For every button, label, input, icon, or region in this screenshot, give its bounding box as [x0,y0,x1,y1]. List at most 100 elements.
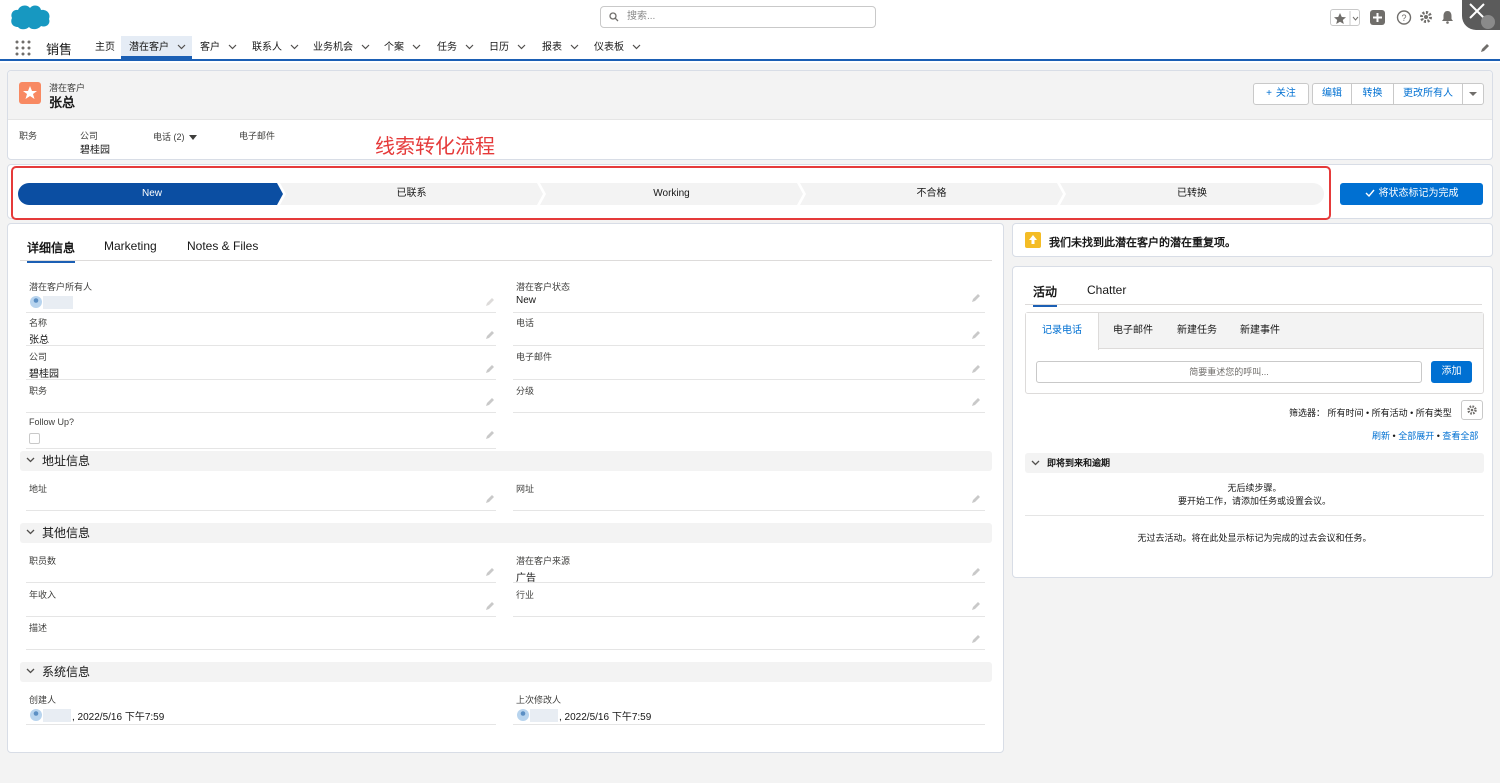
pencil-icon[interactable] [971,364,981,374]
path-stage-contacted[interactable]: 已联系 [280,183,543,205]
pencil-icon[interactable] [971,601,981,611]
highlight-title-label: 职务 [19,131,38,141]
creator-avatar[interactable] [29,707,73,723]
pencil-icon[interactable] [971,634,981,644]
no-past-activity: 无过去活动。将在此处显示标记为完成的过去会议和任务。 [1137,533,1372,543]
highlight-company-value: 碧桂园 [80,145,110,156]
follow-button[interactable]: + 关注 [1253,83,1309,105]
more-actions-button[interactable] [1462,83,1484,105]
pencil-icon[interactable] [485,297,495,307]
path-stage-converted[interactable]: 已转换 [1060,183,1324,205]
checkmark-icon [1365,189,1375,198]
pencil-icon[interactable] [485,567,495,577]
nav-item-home[interactable]: 主页 [95,36,115,59]
pencil-icon[interactable] [971,397,981,407]
chevron-down-icon[interactable] [1031,460,1040,466]
chevron-down-icon[interactable] [26,668,35,674]
nav-item-contacts[interactable]: 联系人 [252,36,299,59]
pencil-icon[interactable] [971,330,981,340]
pencil-icon[interactable] [485,330,495,340]
activity-card: 活动 Chatter 记录电话 电子邮件 新建任务 新建事件 简要重述您的呼叫.… [1012,266,1493,578]
field-phone-label: 电话 [516,318,535,328]
nav-item-tasks[interactable]: 任务 [437,36,474,59]
subtab-email[interactable]: 电子邮件 [1113,313,1153,349]
duplicates-message: 我们未找到此潜在客户的潜在重复项。 [1049,237,1236,249]
nav-item-leads[interactable]: 潜在客户 [121,36,192,59]
section-other-header[interactable]: 其他信息 [20,523,992,543]
nav-item-opportunities[interactable]: 业务机会 [313,36,370,59]
path-stage-working[interactable]: Working [540,183,803,205]
expand-all-link[interactable]: 全部展开 [1398,431,1434,441]
chevron-down-icon[interactable] [361,44,370,50]
filter-settings-button[interactable] [1461,400,1483,420]
change-owner-button[interactable]: 更改所有人 [1393,83,1463,105]
field-modified-value: , 2022/5/16 下午7:59 [559,712,652,723]
subtab-new-task[interactable]: 新建任务 [1177,313,1217,349]
chevron-down-icon[interactable] [228,44,237,50]
app-launcher-icon[interactable] [15,40,31,56]
mark-status-complete-button[interactable]: 将状态标记为完成 [1340,183,1483,205]
add-button[interactable]: 添加 [1431,361,1472,383]
chevron-down-icon[interactable] [26,529,35,535]
log-call-input[interactable]: 简要重述您的呼叫... [1036,361,1422,383]
chevron-down-icon[interactable] [26,457,35,463]
caret-down-icon[interactable] [189,134,198,141]
chevron-down-icon[interactable] [412,44,421,50]
nav-item-calendar[interactable]: 日历 [489,36,526,59]
pencil-icon[interactable] [971,293,981,303]
pencil-icon[interactable] [485,494,495,504]
pencil-icon[interactable] [971,494,981,504]
field-revenue-label: 年收入 [29,590,57,600]
nav-item-accounts[interactable]: 客户 [200,36,237,59]
section-address-header[interactable]: 地址信息 [20,451,992,471]
chevron-down-icon[interactable] [517,44,526,50]
section-system-header[interactable]: 系统信息 [20,662,992,682]
pencil-icon[interactable] [485,364,495,374]
pencil-icon[interactable] [485,397,495,407]
duplicate-rule-icon [1025,232,1041,248]
convert-button[interactable]: 转换 [1351,83,1394,105]
upcoming-overdue-header[interactable]: 即将到来和逾期 [1025,453,1484,473]
chevron-down-icon[interactable] [290,44,299,50]
edit-button[interactable]: 编辑 [1312,83,1352,105]
edit-nav-pencil-icon[interactable] [1480,43,1490,53]
tab-chatter[interactable]: Chatter [1087,283,1126,297]
help-icon[interactable]: ? [1395,10,1413,25]
pencil-icon[interactable] [971,567,981,577]
chevron-down-icon[interactable] [465,44,474,50]
pencil-icon[interactable] [485,430,495,440]
path-stage-unqualified[interactable]: 不合格 [800,183,1063,205]
pencil-icon[interactable] [485,601,495,611]
setup-gear-icon[interactable] [1419,10,1433,24]
nav-item-reports[interactable]: 报表 [542,36,579,59]
nav-item-cases[interactable]: 个案 [384,36,421,59]
chevron-down-icon[interactable] [632,44,641,50]
path-stage-new[interactable]: New [18,183,286,205]
user-avatar[interactable] [1462,0,1500,30]
favorites-button[interactable] [1330,9,1360,26]
owner-avatar[interactable] [29,294,73,310]
record-header-card: 潜在客户 张总 + 关注 编辑 转换 更改所有人 职务 公司 碧桂园 电话 (2)… [7,70,1493,160]
tab-notes-files[interactable]: Notes & Files [187,239,258,253]
global-search-input[interactable]: 搜索... [600,6,876,28]
publisher-panel: 记录电话 电子邮件 新建任务 新建事件 简要重述您的呼叫... 添加 [1025,312,1484,394]
subtab-log-call[interactable]: 记录电话 [1026,313,1099,350]
field-created-value: , 2022/5/16 下午7:59 [72,712,165,723]
subtab-new-event[interactable]: 新建事件 [1240,313,1280,349]
global-actions-icon[interactable] [1370,10,1385,25]
chevron-down-icon[interactable] [177,44,186,50]
salesforce-logo[interactable] [9,3,51,31]
tab-marketing[interactable]: Marketing [104,239,157,253]
nav-item-dashboards[interactable]: 仪表板 [594,36,641,59]
modifier-avatar[interactable] [516,707,560,723]
followup-checkbox[interactable] [29,433,40,444]
view-all-link[interactable]: 查看全部 [1442,431,1478,441]
record-name: 张总 [49,95,76,110]
field-name-value: 张总 [29,335,49,346]
annotation-text: 线索转化流程 [375,136,495,158]
chevron-down-icon[interactable] [570,44,579,50]
highlight-phone-label[interactable]: 电话 (2) [153,130,198,143]
notifications-bell-icon[interactable] [1441,10,1454,24]
field-followup-label: Follow Up? [29,417,75,427]
refresh-link[interactable]: 刷新 [1372,431,1390,441]
